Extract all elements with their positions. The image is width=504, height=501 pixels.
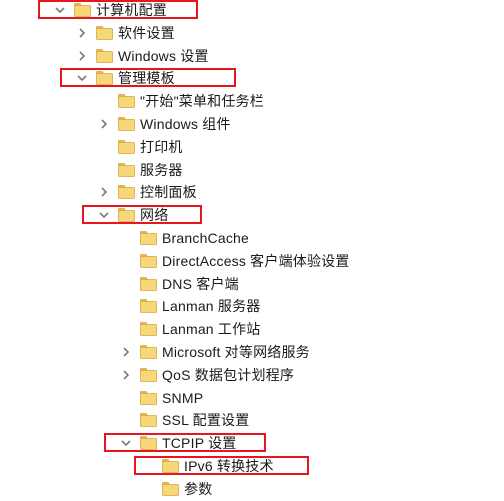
tree-node-label: 软件设置	[118, 24, 175, 41]
folder-icon	[140, 367, 157, 382]
tree-node[interactable]: Lanman 服务器	[0, 295, 504, 317]
folder-icon	[140, 276, 157, 291]
folder-icon	[74, 3, 91, 17]
tree-node[interactable]: DirectAccess 客户端体验设置	[0, 250, 504, 272]
tree-node-label: 网络	[140, 207, 169, 224]
tree-node-label: Microsoft 对等网络服务	[162, 344, 310, 360]
tree-node-label: Lanman 工作站	[162, 321, 261, 338]
tree-node[interactable]: SNMP	[0, 387, 504, 409]
tree-node[interactable]: Windows 组件	[0, 113, 504, 135]
tree-node-label: SSL 配置设置	[162, 412, 250, 429]
folder-icon	[96, 25, 113, 40]
folder-icon	[118, 185, 135, 200]
tree-node-label: TCPIP 设置	[162, 435, 237, 452]
chevron-down-icon[interactable]	[120, 437, 132, 449]
tree-node[interactable]: 参数	[0, 478, 504, 500]
tree-node-label: DNS 客户端	[162, 275, 239, 292]
tree-node[interactable]: SSL 配置设置	[0, 409, 504, 431]
tree-node-label: DirectAccess 客户端体验设置	[162, 252, 350, 269]
folder-icon	[118, 208, 135, 223]
chevron-down-icon[interactable]	[54, 4, 66, 16]
tree-node[interactable]: 服务器	[0, 159, 504, 181]
tree-node[interactable]: DNS 客户端	[0, 273, 504, 295]
chevron-right-icon[interactable]	[98, 118, 110, 130]
tree-node-label: SNMP	[162, 389, 204, 406]
chevron-down-icon[interactable]	[98, 209, 110, 221]
folder-icon	[140, 413, 157, 428]
tree-node[interactable]: Lanman 工作站	[0, 318, 504, 340]
tree-node-label: 打印机	[140, 138, 183, 155]
folder-icon	[118, 94, 135, 109]
tree-node-label: IPv6 转换技术	[184, 458, 274, 474]
folder-icon	[140, 436, 157, 451]
tree-node[interactable]: "开始"菜单和任务栏	[0, 90, 504, 112]
tree-node[interactable]: TCPIP 设置	[0, 432, 504, 454]
chevron-down-icon[interactable]	[76, 72, 88, 84]
folder-icon	[140, 322, 157, 337]
tree-node[interactable]: IPv6 转换技术	[0, 455, 504, 477]
chevron-right-icon[interactable]	[76, 50, 88, 62]
tree-node[interactable]: Windows 设置	[0, 45, 504, 67]
tree-node-label: 服务器	[140, 161, 183, 178]
tree-node-label: 控制面板	[140, 184, 197, 201]
chevron-right-icon[interactable]	[98, 186, 110, 198]
chevron-right-icon[interactable]	[120, 346, 132, 358]
tree-node-label: Windows 设置	[118, 47, 209, 64]
policy-tree: 计算机配置软件设置 Windows 设置 管理模板 "开始"菜单和任务栏 Windows…	[0, 0, 504, 501]
tree-node-label: 管理模板	[118, 70, 175, 87]
tree-node-label: 计算机配置	[96, 2, 167, 18]
folder-icon	[118, 117, 135, 131]
folder-icon	[96, 48, 113, 63]
tree-node[interactable]: 控制面板	[0, 181, 504, 203]
tree-node-label: Lanman 服务器	[162, 298, 261, 315]
tree-node[interactable]: QoS 数据包计划程序	[0, 364, 504, 386]
tree-node[interactable]: BranchCache	[0, 227, 504, 249]
tree-node[interactable]: 打印机	[0, 136, 504, 158]
folder-icon	[140, 231, 157, 245]
tree-node[interactable]: 计算机配置	[0, 0, 504, 21]
folder-icon	[96, 71, 113, 86]
folder-icon	[140, 253, 157, 268]
folder-icon	[140, 299, 157, 314]
tree-node-label: Windows 组件	[140, 116, 231, 132]
tree-node[interactable]: Microsoft 对等网络服务	[0, 341, 504, 363]
folder-icon	[140, 345, 157, 359]
folder-icon	[118, 162, 135, 177]
folder-icon	[162, 481, 179, 496]
folder-icon	[118, 139, 135, 154]
tree-node[interactable]: 管理模板	[0, 67, 504, 89]
tree-node-label: QoS 数据包计划程序	[162, 366, 295, 383]
tree-node-label: 参数	[184, 480, 213, 497]
folder-icon	[162, 459, 179, 473]
tree-node-label: "开始"菜单和任务栏	[140, 93, 264, 110]
folder-icon	[140, 390, 157, 405]
chevron-right-icon[interactable]	[120, 369, 132, 381]
tree-node[interactable]: 软件设置	[0, 22, 504, 44]
tree-node-label: BranchCache	[162, 230, 250, 246]
chevron-right-icon[interactable]	[76, 27, 88, 39]
tree-node[interactable]: 网络	[0, 204, 504, 226]
